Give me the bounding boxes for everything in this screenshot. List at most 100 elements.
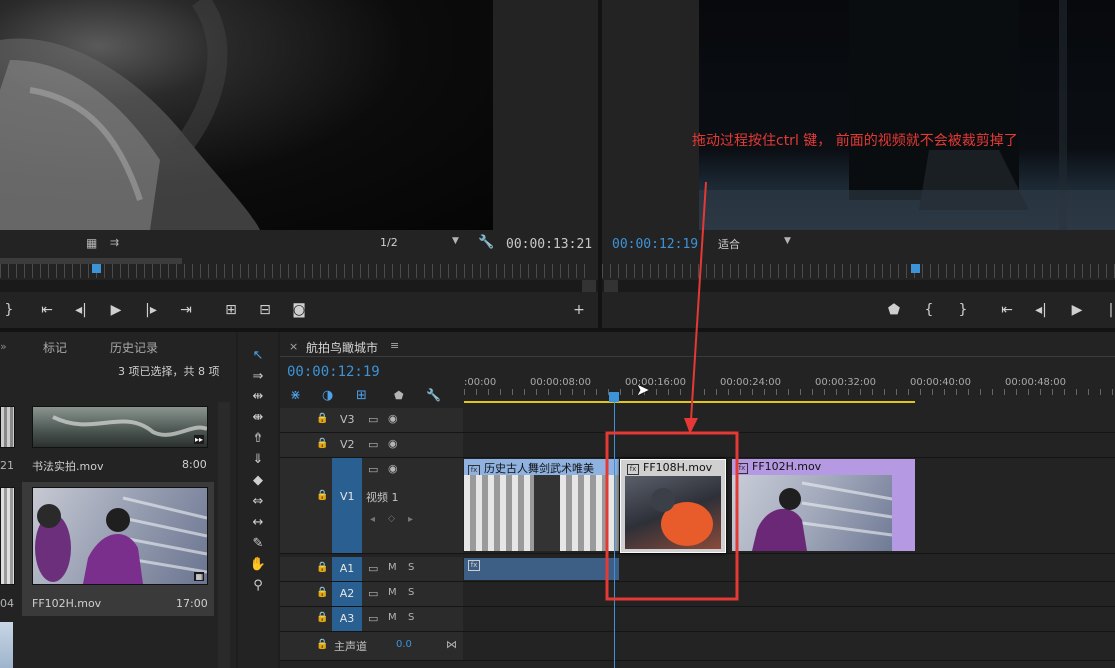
track-select-tool-icon[interactable]: ⇒ <box>248 369 268 387</box>
track-target[interactable]: A3 <box>332 607 362 631</box>
sync-lock-icon[interactable]: ▭ <box>368 612 378 625</box>
clip-thumbnail[interactable] <box>0 487 15 585</box>
eye-icon[interactable]: ◉ <box>388 462 398 475</box>
program-scroll-track[interactable] <box>602 280 1115 292</box>
audio-drag-icon[interactable]: ⇉ <box>110 236 119 249</box>
sync-lock-icon[interactable]: ▭ <box>368 463 378 476</box>
solo-button[interactable]: S <box>408 562 414 573</box>
mute-button[interactable]: M <box>388 562 397 573</box>
mark-in-icon[interactable]: { <box>920 302 938 318</box>
mute-button[interactable]: M <box>388 587 397 598</box>
add-marker-icon[interactable]: ⬟ <box>885 302 903 318</box>
tab-markers[interactable]: 标记 <box>43 339 67 356</box>
hand-tool-icon[interactable]: ✋ <box>248 557 268 575</box>
step-back-icon[interactable]: ◂| <box>1032 302 1050 318</box>
lock-icon[interactable]: 🔒 <box>316 587 328 598</box>
source-scroll-track[interactable] <box>0 280 598 292</box>
pen-tool-icon[interactable]: ↔ <box>248 515 268 533</box>
zoom-tool-icon[interactable]: ⚲ <box>248 578 268 596</box>
panel-overflow-icon[interactable]: » <box>0 340 7 353</box>
play-icon[interactable]: ▶ <box>107 302 125 318</box>
mark-in-icon[interactable]: } <box>0 302 18 318</box>
add-marker-icon[interactable]: ⬟ <box>394 389 404 402</box>
close-icon[interactable]: × <box>289 340 298 353</box>
clip-thumbnail[interactable] <box>0 622 13 668</box>
project-item[interactable]: ▸▸ 书法实拍.mov 8:00 <box>22 404 214 481</box>
project-scrollbar[interactable] <box>218 402 230 668</box>
lock-icon[interactable]: 🔒 <box>316 562 328 573</box>
track-target[interactable]: V2 <box>336 438 359 451</box>
go-to-in-icon[interactable]: ⇤ <box>38 302 56 318</box>
source-ruler[interactable] <box>0 264 590 278</box>
program-playhead[interactable] <box>911 264 920 273</box>
audio-clip[interactable]: fx <box>464 558 619 580</box>
rate-stretch-tool-icon[interactable]: ⇮ <box>248 431 268 449</box>
track-target[interactable]: A1 <box>332 557 362 581</box>
add-keyframe-icon[interactable]: ◇ <box>388 514 395 524</box>
overwrite-icon[interactable]: ⊟ <box>256 302 274 318</box>
wrench-icon[interactable]: 🔧 <box>478 235 494 250</box>
sync-lock-icon[interactable]: ▭ <box>368 413 378 426</box>
eye-icon[interactable]: ◉ <box>388 437 398 450</box>
lock-icon[interactable]: 🔒 <box>316 639 328 650</box>
timeline-ruler[interactable]: :00:00 00:00:08:00 00:00:16:00 00:00:24:… <box>464 374 1115 404</box>
eye-icon[interactable]: ◉ <box>388 412 398 425</box>
selection-tool-icon[interactable]: ↖ <box>248 348 268 366</box>
step-back-icon[interactable]: ◂| <box>72 302 90 318</box>
sync-lock-icon[interactable]: ▭ <box>368 562 378 575</box>
lock-icon[interactable]: 🔒 <box>316 438 328 449</box>
lock-icon[interactable]: 🔒 <box>316 490 328 501</box>
sequence-tab[interactable]: 航拍鸟瞰城市 <box>306 339 378 356</box>
solo-button[interactable]: S <box>408 587 414 598</box>
video-clip[interactable]: fx 历史古人舞剑武术唯美 <box>464 459 619 551</box>
clip-thumbnail[interactable] <box>0 406 15 448</box>
track-target[interactable]: A2 <box>332 582 362 606</box>
razor-tool-icon[interactable]: ⇓ <box>248 452 268 470</box>
step-forward-icon[interactable]: | <box>1102 302 1115 318</box>
work-area-bar[interactable] <box>464 401 915 403</box>
master-volume[interactable]: 0.0 <box>396 639 412 650</box>
lock-icon[interactable]: 🔒 <box>316 413 328 424</box>
next-keyframe-icon[interactable]: ▸ <box>408 514 413 525</box>
slip-tool-icon[interactable]: ◆ <box>248 473 268 491</box>
sync-lock-icon[interactable]: ▭ <box>368 438 378 451</box>
linked-selection-icon[interactable]: ◑ <box>322 388 333 403</box>
timeline-playhead[interactable] <box>609 392 619 402</box>
go-to-out-icon[interactable]: ⇥ <box>177 302 195 318</box>
track-target[interactable]: V3 <box>336 413 359 426</box>
play-icon[interactable]: ▶ <box>1068 302 1086 318</box>
dragged-clip[interactable]: fx FF108H.mov <box>620 459 726 553</box>
source-playhead[interactable] <box>92 264 101 273</box>
menu-icon[interactable]: ≡ <box>390 339 399 352</box>
pen-icon[interactable]: ✎ <box>248 536 268 554</box>
fit-select[interactable]: 适合 ▼ <box>718 236 798 252</box>
program-ruler[interactable] <box>602 264 1115 278</box>
timeline-timecode[interactable]: 00:00:12:19 <box>287 364 380 380</box>
go-to-in-icon[interactable]: ⇤ <box>998 302 1016 318</box>
mark-out-icon[interactable]: } <box>954 302 972 318</box>
snap-icon[interactable]: ⋇ <box>290 388 301 403</box>
insert-sequence-icon[interactable]: ⊞ <box>356 388 367 403</box>
camera-icon[interactable]: ◙ <box>290 302 308 318</box>
track-target-v1[interactable]: V1 <box>332 458 362 553</box>
prev-keyframe-icon[interactable]: ◂ <box>370 514 375 525</box>
program-scroll-handle[interactable] <box>604 280 618 292</box>
lock-icon[interactable]: 🔒 <box>316 612 328 623</box>
timeline-settings-icon[interactable]: 🔧 <box>426 388 441 402</box>
mute-button[interactable]: M <box>388 612 397 623</box>
ripple-edit-tool-icon[interactable]: ⇹ <box>248 389 268 407</box>
step-forward-icon[interactable]: |▸ <box>142 302 160 318</box>
film-icon[interactable]: ▦ <box>86 236 97 250</box>
project-item-selected[interactable]: ▦ FF102H.mov 17:00 <box>22 482 214 616</box>
tab-history[interactable]: 历史记录 <box>110 339 158 356</box>
rolling-edit-tool-icon[interactable]: ⇼ <box>248 410 268 428</box>
add-button-icon[interactable]: + <box>570 302 588 318</box>
sync-lock-icon[interactable]: ▭ <box>368 587 378 600</box>
resolution-select[interactable]: 1/2 ▼ <box>380 236 462 252</box>
slide-tool-icon[interactable]: ⇔ <box>248 494 268 512</box>
insert-icon[interactable]: ⊞ <box>222 302 240 318</box>
video-clip[interactable]: fx FF102H.mov <box>732 459 915 551</box>
go-to-end-icon[interactable]: ⋈ <box>446 638 457 651</box>
source-scroll-handle[interactable] <box>582 280 596 292</box>
solo-button[interactable]: S <box>408 612 414 623</box>
